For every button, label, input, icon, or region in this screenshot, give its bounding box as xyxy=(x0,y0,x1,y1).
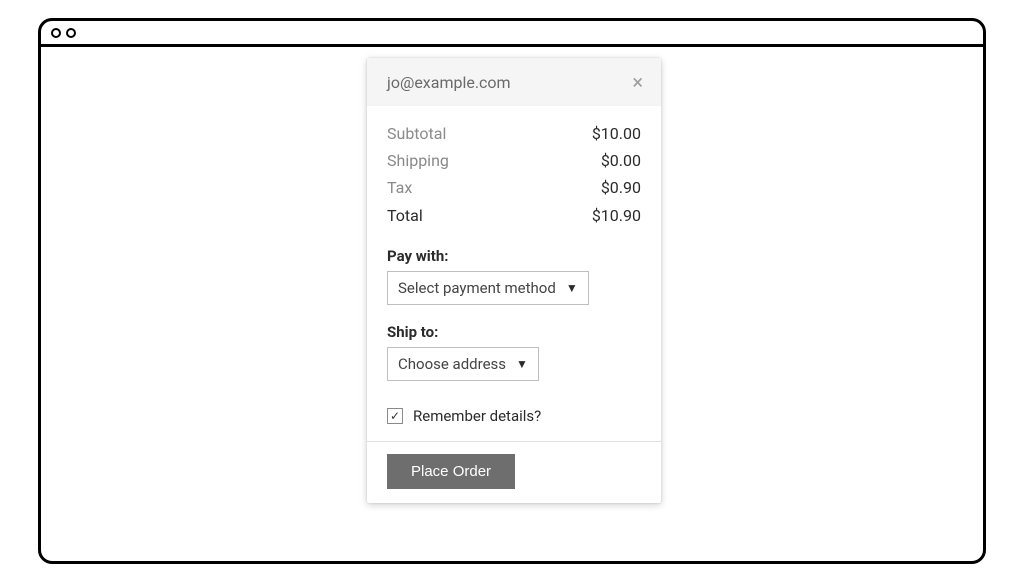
shipping-label: Shipping xyxy=(387,147,449,174)
window-control-dot xyxy=(51,28,61,38)
total-label: Total xyxy=(387,202,423,229)
total-row: Total $10.90 xyxy=(387,202,641,229)
chevron-down-icon: ▼ xyxy=(566,281,578,295)
shipping-value: $0.00 xyxy=(601,147,641,174)
place-order-button[interactable]: Place Order xyxy=(387,454,515,489)
checkout-dialog: jo@example.com × Subtotal $10.00 Shippin… xyxy=(367,58,661,503)
chevron-down-icon: ▼ xyxy=(516,357,528,371)
tax-row: Tax $0.90 xyxy=(387,174,641,201)
remember-details-row: ✓ Remember details? xyxy=(387,407,641,425)
ship-to-label: Ship to: xyxy=(387,323,641,341)
shipping-address-placeholder: Choose address xyxy=(398,355,506,373)
payment-method-placeholder: Select payment method xyxy=(398,279,556,297)
shipping-address-select[interactable]: Choose address ▼ xyxy=(387,347,539,381)
user-email: jo@example.com xyxy=(387,73,511,92)
remember-details-checkbox[interactable]: ✓ xyxy=(387,408,403,424)
subtotal-row: Subtotal $10.00 xyxy=(387,120,641,147)
pay-with-label: Pay with: xyxy=(387,247,641,265)
remember-details-label: Remember details? xyxy=(413,407,541,425)
browser-titlebar xyxy=(41,21,983,47)
total-value: $10.90 xyxy=(592,202,641,229)
tax-value: $0.90 xyxy=(601,174,641,201)
subtotal-label: Subtotal xyxy=(387,120,446,147)
payment-method-select[interactable]: Select payment method ▼ xyxy=(387,271,589,305)
subtotal-value: $10.00 xyxy=(592,120,641,147)
dialog-footer: Place Order xyxy=(367,441,661,503)
window-control-dot xyxy=(66,28,76,38)
browser-window: jo@example.com × Subtotal $10.00 Shippin… xyxy=(38,18,986,564)
dialog-body: Subtotal $10.00 Shipping $0.00 Tax $0.90… xyxy=(367,106,661,441)
dialog-header: jo@example.com × xyxy=(367,58,661,106)
tax-label: Tax xyxy=(387,174,412,201)
close-icon[interactable]: × xyxy=(628,70,647,94)
shipping-row: Shipping $0.00 xyxy=(387,147,641,174)
